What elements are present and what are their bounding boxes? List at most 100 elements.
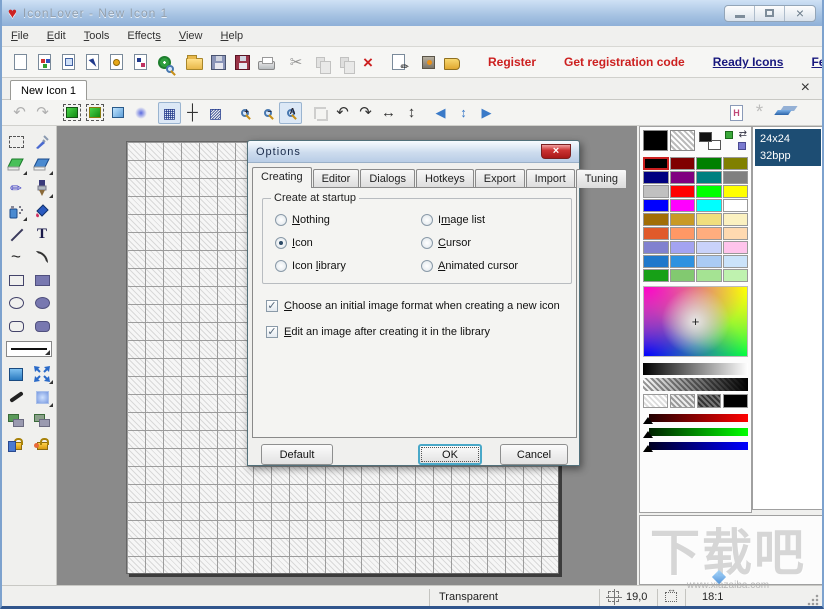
selection-tool[interactable] bbox=[4, 131, 28, 153]
flip-horizontal-button[interactable]: ↔ bbox=[377, 102, 400, 124]
palette-swatch[interactable] bbox=[722, 213, 748, 226]
get-registration-code-link[interactable]: Get registration code bbox=[550, 55, 699, 69]
color-spectrum-picker[interactable]: + bbox=[643, 286, 748, 357]
fill-tool[interactable] bbox=[30, 200, 54, 222]
radio-icon-option[interactable]: Icon bbox=[275, 237, 313, 249]
palette-swatch[interactable] bbox=[696, 227, 722, 240]
shift-vertical-button[interactable]: ↕ bbox=[452, 102, 475, 124]
rectangle-tool[interactable] bbox=[4, 269, 28, 291]
palette-swatch[interactable] bbox=[669, 255, 695, 268]
eraser-tool[interactable] bbox=[4, 154, 28, 176]
redo-button[interactable]: ↷ bbox=[31, 102, 54, 124]
palette-swatch[interactable] bbox=[643, 157, 669, 170]
shift-left-button[interactable]: ◀ bbox=[429, 102, 452, 124]
shift-right-button[interactable]: ▶ bbox=[475, 102, 498, 124]
menu-tools[interactable]: Tools bbox=[75, 28, 119, 44]
radio-icon-library[interactable]: Icon library bbox=[275, 260, 346, 272]
properties-button[interactable]: ✏ bbox=[386, 49, 410, 75]
palette-swatch[interactable] bbox=[643, 199, 669, 212]
menu-effects[interactable]: Effects bbox=[118, 28, 169, 44]
arc-tool[interactable] bbox=[30, 246, 54, 268]
tab-hotkeys[interactable]: Hotkeys bbox=[416, 169, 474, 188]
palette-swatch[interactable] bbox=[722, 185, 748, 198]
brush-tool[interactable] bbox=[30, 177, 54, 199]
lock-colors-button[interactable] bbox=[4, 432, 28, 454]
filled-ellipse-tool[interactable] bbox=[30, 292, 54, 314]
new-animated-cursor-button[interactable] bbox=[104, 49, 128, 75]
tab-tuning[interactable]: Tuning bbox=[575, 169, 627, 188]
zoom-out-button[interactable]: − bbox=[256, 102, 279, 124]
rotate-left-button[interactable]: ↶ bbox=[331, 102, 354, 124]
menu-file[interactable]: File bbox=[2, 28, 38, 44]
palette-swatch[interactable] bbox=[722, 255, 748, 268]
palette-swatch[interactable] bbox=[722, 227, 748, 240]
new-image-button[interactable] bbox=[128, 49, 152, 75]
help-button[interactable] bbox=[440, 49, 464, 75]
package-button[interactable] bbox=[416, 49, 440, 75]
show-diagonals-button[interactable]: ▨ bbox=[204, 102, 227, 124]
palette-swatch[interactable] bbox=[722, 171, 748, 184]
fg-bg-color-indicator[interactable] bbox=[697, 130, 722, 151]
tab-dialogs[interactable]: Dialogs bbox=[360, 169, 416, 188]
radio-cursor[interactable]: Cursor bbox=[421, 237, 471, 249]
palette-swatch[interactable] bbox=[722, 241, 748, 254]
soften-tool[interactable] bbox=[30, 386, 54, 408]
swap-colors-button[interactable]: ⇄ bbox=[723, 129, 748, 151]
palette-swatch[interactable] bbox=[643, 241, 669, 254]
print-button[interactable] bbox=[254, 49, 278, 75]
palette-swatch[interactable] bbox=[643, 227, 669, 240]
new-library-button[interactable] bbox=[56, 49, 80, 75]
palette-swatch[interactable] bbox=[696, 241, 722, 254]
tab-creating[interactable]: Creating bbox=[252, 167, 312, 188]
move-image-tool[interactable] bbox=[30, 409, 54, 431]
tab-editor[interactable]: Editor bbox=[312, 169, 360, 188]
lock-transparency-button[interactable] bbox=[30, 432, 54, 454]
open-button[interactable] bbox=[182, 49, 206, 75]
blue-slider[interactable] bbox=[643, 442, 748, 452]
palette-swatch[interactable] bbox=[669, 227, 695, 240]
save-all-button[interactable] bbox=[230, 49, 254, 75]
titlebar[interactable]: ♥ IconLover - New Icon 1 × bbox=[2, 0, 822, 26]
delete-button[interactable]: × bbox=[356, 49, 380, 75]
palette-swatch[interactable] bbox=[643, 255, 669, 268]
curve-tool[interactable]: ~ bbox=[4, 246, 28, 268]
new-icon-button[interactable] bbox=[8, 49, 32, 75]
copy-button[interactable] bbox=[308, 49, 332, 75]
current-color-swatch[interactable] bbox=[643, 130, 668, 151]
draw-mode-normal-button[interactable] bbox=[60, 102, 83, 124]
rotate-right-button[interactable]: ↷ bbox=[354, 102, 377, 124]
save-button[interactable] bbox=[206, 49, 230, 75]
radio-animated-cursor[interactable]: Animated cursor bbox=[421, 260, 518, 272]
resize-grip[interactable] bbox=[806, 593, 820, 606]
line-tool[interactable] bbox=[4, 223, 28, 245]
paste-button[interactable] bbox=[332, 49, 356, 75]
grayscale-slider[interactable] bbox=[643, 363, 748, 375]
alpha-preset-dark[interactable] bbox=[696, 394, 722, 408]
image-list-item[interactable]: 24x24 32bpp bbox=[755, 129, 821, 166]
palette-swatch[interactable] bbox=[696, 157, 722, 170]
maximize-button[interactable] bbox=[755, 5, 785, 21]
green-slider[interactable] bbox=[643, 428, 748, 438]
new-cursor-button[interactable] bbox=[80, 49, 104, 75]
palette-swatch[interactable] bbox=[669, 269, 695, 282]
minimize-button[interactable] bbox=[725, 5, 755, 21]
menu-edit[interactable]: Edit bbox=[38, 28, 75, 44]
checkbox-initial-format[interactable]: ✓ Choose an initial image format when cre… bbox=[266, 300, 560, 312]
eraser2-tool[interactable] bbox=[30, 154, 54, 176]
palette-swatch[interactable] bbox=[669, 157, 695, 170]
red-slider[interactable] bbox=[643, 414, 748, 424]
palette-swatch[interactable] bbox=[669, 199, 695, 212]
default-button[interactable]: Default bbox=[261, 444, 333, 465]
alpha-preset-light[interactable] bbox=[643, 394, 668, 408]
dialog-titlebar[interactable]: Options × bbox=[248, 141, 579, 163]
show-grid-button[interactable]: ▦ bbox=[158, 101, 181, 124]
text-tool[interactable]: T bbox=[30, 223, 54, 245]
zoom-in-button[interactable]: + bbox=[233, 102, 256, 124]
palette-swatch[interactable] bbox=[669, 241, 695, 254]
dialog-close-button[interactable]: × bbox=[541, 144, 571, 159]
alpha-slider[interactable] bbox=[643, 378, 748, 391]
register-link[interactable]: Register bbox=[474, 55, 550, 69]
draw-mode-3d-button[interactable] bbox=[106, 102, 129, 124]
undo-button[interactable]: ↶ bbox=[8, 102, 31, 124]
cancel-button[interactable]: Cancel bbox=[500, 444, 568, 465]
